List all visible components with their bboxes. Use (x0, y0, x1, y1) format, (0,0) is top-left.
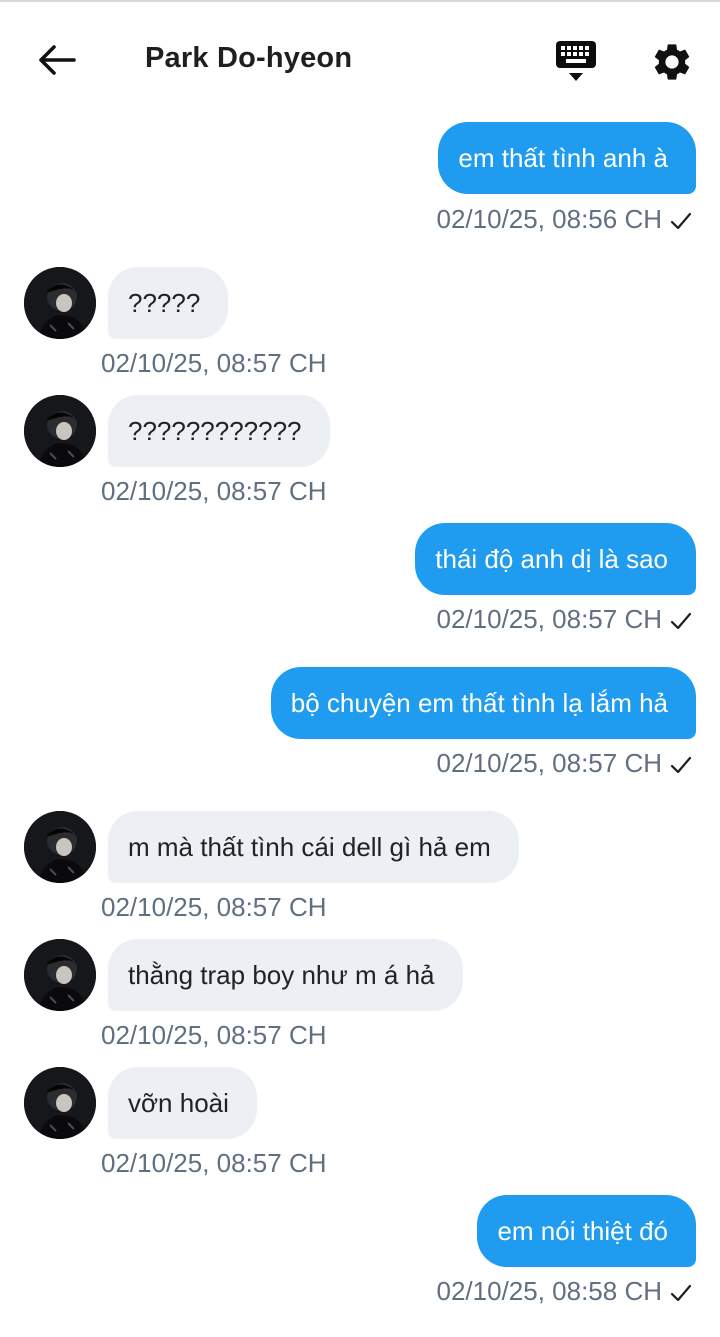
avatar-image (24, 1067, 96, 1139)
message-text: ????? (128, 288, 201, 318)
timestamp-text: 02/10/25, 08:58 CH (436, 1276, 663, 1306)
avatar[interactable] (24, 1067, 96, 1139)
message-timestamp: 02/10/25, 08:57 CH (101, 892, 327, 922)
message-timestamp: 02/10/25, 08:57 CH (101, 1148, 327, 1178)
message-text: em nói thiệt đó (497, 1216, 668, 1246)
timestamp-text: 02/10/25, 08:57 CH (436, 604, 663, 634)
back-button[interactable] (34, 40, 78, 80)
contact-name: Park Do-hyeon (145, 42, 353, 74)
message-bubble[interactable]: m mà thất tình cái dell gì hả em (108, 811, 519, 883)
message-text: ???????????? (128, 416, 302, 446)
gear-icon (654, 44, 690, 80)
avatar-image (24, 811, 96, 883)
message-bubble[interactable]: vỡn hoài (108, 1067, 257, 1139)
message-bubble[interactable]: thằng trap boy như m á hả (108, 939, 463, 1011)
message-text: thằng trap boy như m á hả (128, 960, 435, 990)
checkmark-icon (670, 1284, 692, 1302)
message-bubble[interactable]: bộ chuyện em thất tình lạ lắm hả (270, 667, 696, 739)
message-text: vỡn hoài (128, 1088, 229, 1118)
timestamp-text: 02/10/25, 08:56 CH (436, 204, 663, 234)
chat-header: Park Do-hyeon (0, 2, 720, 112)
message-bubble[interactable]: ????? (108, 267, 229, 339)
timestamp-text: 02/10/25, 08:57 CH (436, 748, 663, 778)
message-bubble[interactable]: em thất tình anh à (438, 122, 696, 194)
checkmark-icon (670, 756, 692, 774)
message-text: bộ chuyện em thất tình lạ lắm hả (290, 688, 668, 718)
avatar[interactable] (24, 395, 96, 467)
message-timestamp: 02/10/25, 08:57 CH (437, 748, 693, 779)
message-text: em thất tình anh à (458, 143, 668, 173)
message-bubble[interactable]: thái độ anh dị là sao (415, 523, 696, 595)
avatar-image (24, 939, 96, 1011)
message-bubble[interactable]: ???????????? (108, 395, 330, 467)
avatar[interactable] (24, 267, 96, 339)
avatar-image (24, 395, 96, 467)
message-text: m mà thất tình cái dell gì hả em (128, 832, 491, 862)
message-timestamp: 02/10/25, 08:58 CH (437, 1276, 693, 1307)
message-timestamp: 02/10/25, 08:57 CH (101, 348, 327, 378)
message-bubble[interactable]: em nói thiệt đó (477, 1195, 696, 1267)
checkmark-icon (670, 212, 692, 230)
chat-screen: Park Do-hyeon em thất tình anh à 02/10/2… (0, 0, 720, 1337)
settings-button[interactable] (650, 40, 694, 84)
arrow-left-icon (39, 45, 76, 75)
message-timestamp: 02/10/25, 08:57 CH (101, 1020, 327, 1050)
avatar-image (24, 267, 96, 339)
keyboard-icon (556, 41, 596, 81)
message-timestamp: 02/10/25, 08:57 CH (437, 604, 693, 635)
message-timestamp: 02/10/25, 08:57 CH (101, 476, 327, 506)
avatar[interactable] (24, 939, 96, 1011)
keyboard-button[interactable] (552, 39, 600, 85)
checkmark-icon (670, 612, 692, 630)
avatar[interactable] (24, 811, 96, 883)
message-timestamp: 02/10/25, 08:56 CH (437, 204, 693, 235)
message-text: thái độ anh dị là sao (435, 544, 668, 574)
